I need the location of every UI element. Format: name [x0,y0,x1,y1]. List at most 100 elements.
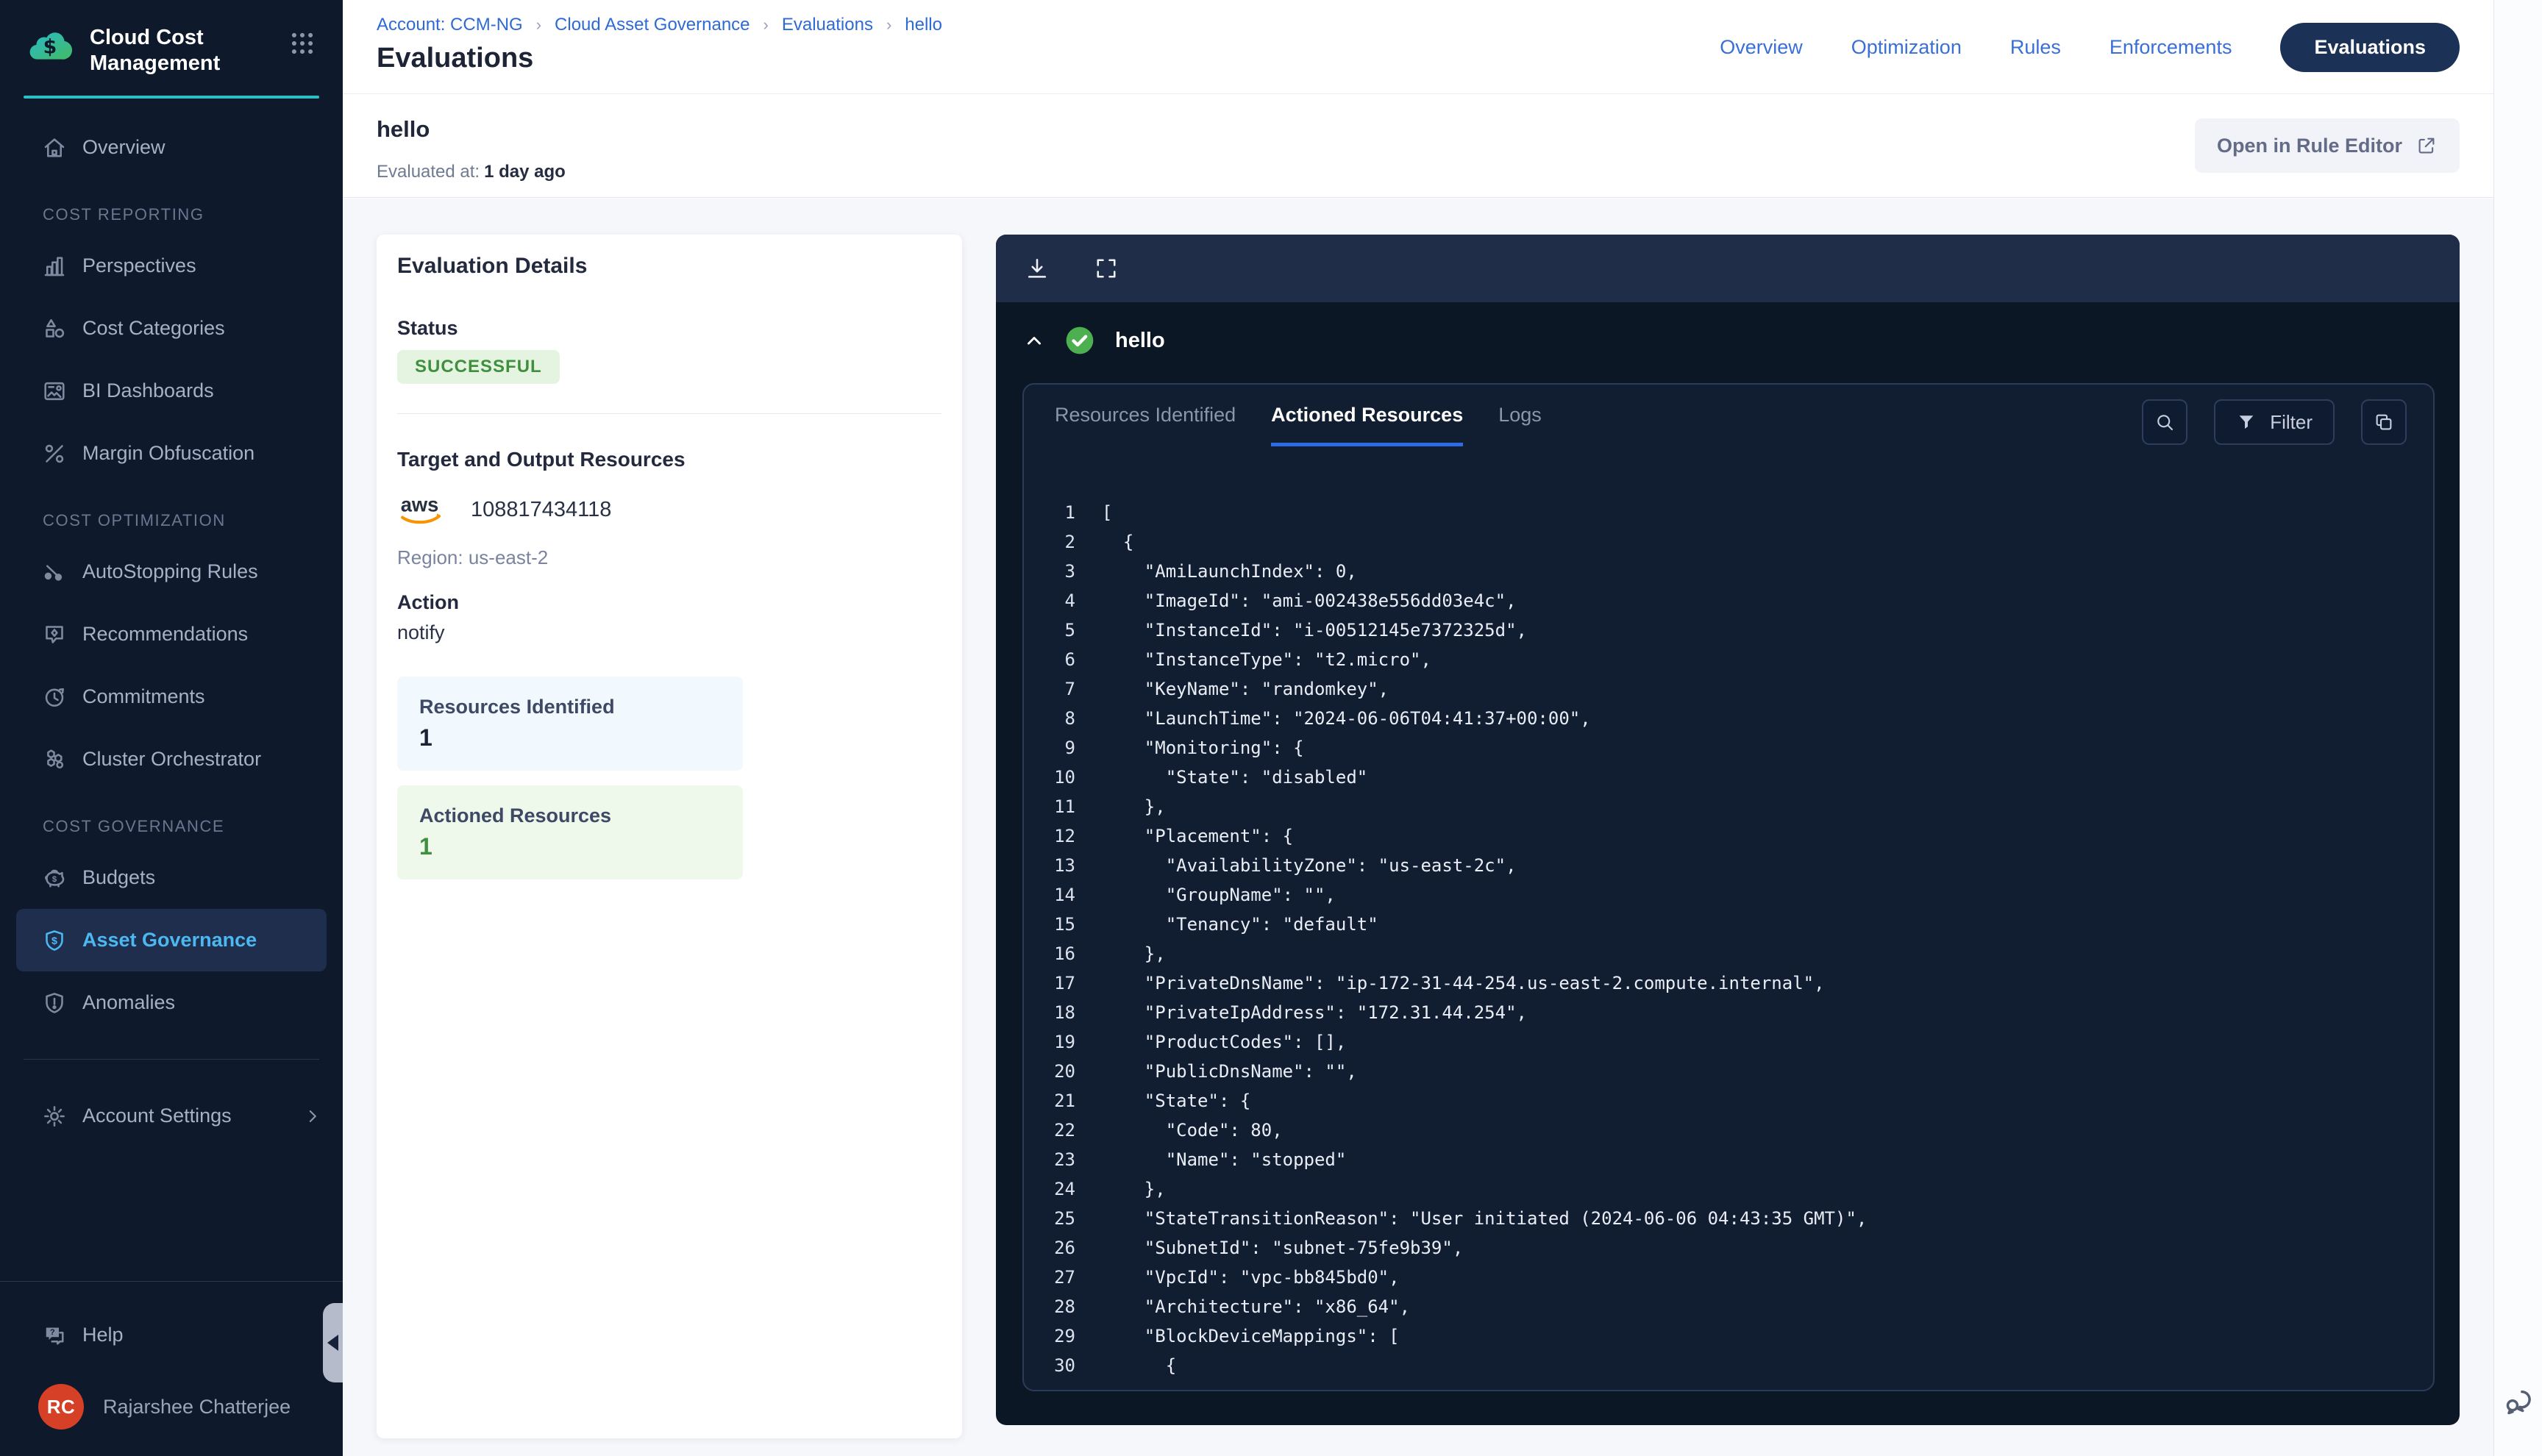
line-number: 10 [1024,763,1102,792]
sidebar-item-label: Account Settings [82,1105,232,1127]
breadcrumb: Account: CCM-NG›Cloud Asset Governance›E… [377,15,942,35]
line-number: 12 [1024,821,1102,851]
sidebar-item-asset-governance[interactable]: $ Asset Governance [16,909,327,971]
tab-resources-identified[interactable]: Resources Identified [1055,404,1236,446]
line-number: 22 [1024,1116,1102,1145]
breadcrumb-link[interactable]: Cloud Asset Governance [555,15,750,35]
breadcrumb-link[interactable]: Account: CCM-NG [377,15,523,35]
viewer-toolbar [996,235,2460,302]
code-line: 28 "Architecture": "x86_64", [1024,1292,2433,1321]
sidebar-item-label: Commitments [82,685,205,708]
tab-actioned-resources[interactable]: Actioned Resources [1271,404,1463,446]
action-label: Action [397,591,941,614]
code-line: 11 }, [1024,792,2433,821]
sidebar-collapse-handle[interactable] [323,1303,343,1382]
line-number: 19 [1024,1027,1102,1057]
sidebar-item-label: Cluster Orchestrator [82,748,261,771]
shield-alert-icon [41,990,68,1016]
sidebar-item-cost-categories[interactable]: Cost Categories [0,297,343,360]
breadcrumb-link[interactable]: Evaluations [782,15,873,35]
sidebar-section-label: COST OPTIMIZATION [0,485,343,540]
fullscreen-icon[interactable] [1093,255,1119,282]
code-line: 29 "BlockDeviceMappings": [ [1024,1321,2433,1351]
sidebar-item-anomalies[interactable]: Anomalies [0,971,343,1034]
code-line: 26 "SubnetId": "subnet-75fe9b39", [1024,1233,2433,1263]
app-title: Cloud Cost Management [90,25,252,76]
code-text: "AmiLaunchIndex": 0, [1102,557,1357,586]
resources-viewer-panel: hello Resources IdentifiedActioned Resou… [996,235,2460,1425]
main-area: Account: CCM-NG›Cloud Asset Governance›E… [343,0,2493,1456]
code-line: 2 { [1024,527,2433,557]
top-nav-rules[interactable]: Rules [2010,36,2061,59]
sidebar-item-label: Overview [82,136,165,159]
chevron-right-icon [302,1105,324,1127]
line-number: 11 [1024,792,1102,821]
code-line: 15 "Tenancy": "default" [1024,910,2433,939]
line-number: 21 [1024,1086,1102,1116]
sidebar-item-cluster-orchestrator[interactable]: Cluster Orchestrator [0,728,343,791]
sidebar-section-label: COST REPORTING [0,179,343,235]
support-chat-icon[interactable] [2502,1385,2535,1419]
sidebar-item-label: AutoStopping Rules [82,560,258,583]
line-number: 13 [1024,851,1102,880]
code-line: 16 }, [1024,939,2433,968]
code-line: 19 "ProductCodes": [], [1024,1027,2433,1057]
chevron-up-icon[interactable] [1024,330,1044,351]
success-check-icon [1064,324,1096,357]
line-number: 16 [1024,939,1102,968]
line-number: 14 [1024,880,1102,910]
line-number: 4 [1024,586,1102,615]
line-number: 1 [1024,498,1102,527]
evaluated-at-value: 1 day ago [484,162,566,182]
app-switcher-grid-icon[interactable] [288,29,316,57]
sidebar-item-label: Perspectives [82,254,196,277]
copy-button[interactable] [2361,399,2407,445]
top-nav-optimization[interactable]: Optimization [1851,36,1962,59]
cloud-cost-logo-icon: $ [26,25,75,65]
line-number: 17 [1024,968,1102,998]
sidebar-item-autostopping-rules[interactable]: AutoStopping Rules [0,540,343,603]
breadcrumb-separator: › [763,15,769,35]
help-label: Help [82,1324,124,1346]
sidebar-item-help[interactable]: ? Help [0,1304,343,1366]
sidebar-item-budgets[interactable]: $Budgets [0,846,343,909]
top-nav-evaluations[interactable]: Evaluations [2280,23,2460,72]
sidebar-item-recommendations[interactable]: Recommendations [0,603,343,665]
line-number: 27 [1024,1263,1102,1292]
open-in-rule-editor-button[interactable]: Open in Rule Editor [2195,118,2460,173]
aws-logo-icon: aws [397,492,453,527]
code-text: { [1102,1351,1176,1380]
download-icon[interactable] [1024,255,1050,282]
search-button[interactable] [2142,399,2187,445]
code-line: 8 "LaunchTime": "2024-06-06T04:41:37+00:… [1024,704,2433,733]
top-nav-overview[interactable]: Overview [1720,36,1803,59]
sidebar-item-margin-obfuscation[interactable]: Margin Obfuscation [0,422,343,485]
sidebar-divider [24,1059,319,1060]
code-line: 1[ [1024,498,2433,527]
code-line: 21 "State": { [1024,1086,2433,1116]
code-area[interactable]: 1[2 {3 "AmiLaunchIndex": 0,4 "ImageId": … [1024,446,2433,1390]
user-profile[interactable]: RC Rajarshee Chatterjee [0,1384,343,1430]
filter-button[interactable]: Filter [2214,399,2335,445]
code-text: "BlockDeviceMappings": [ [1102,1321,1400,1351]
status-label: Status [397,317,941,340]
shield-dollar-icon: $ [41,927,68,954]
code-text: "SubnetId": "subnet-75fe9b39", [1102,1233,1463,1263]
top-nav: Overview Optimization Rules Enforcements Eva… [1720,0,2460,94]
top-nav-enforcements[interactable]: Enforcements [2110,36,2232,59]
line-number: 28 [1024,1292,1102,1321]
sidebar-item-perspectives[interactable]: Perspectives [0,235,343,297]
sidebar-item-account-settings[interactable]: Account Settings [0,1085,343,1147]
breadcrumb-link[interactable]: hello [905,15,942,35]
sidebar-item-label: Asset Governance [82,929,257,952]
avatar[interactable]: RC [38,1384,84,1430]
sidebar-item-overview[interactable]: Overview [0,116,343,179]
sidebar-item-commitments[interactable]: Commitments [0,665,343,728]
app-logo-row: $ Cloud Cost Management [0,0,343,76]
resources-identified-stat: Resources Identified 1 [397,677,743,771]
sidebar-item-bi-dashboards[interactable]: BI Dashboards [0,360,343,422]
tab-logs[interactable]: Logs [1498,404,1542,446]
right-utility-strip [2493,0,2542,1456]
code-text: "Code": 80, [1102,1116,1283,1145]
code-line: 17 "PrivateDnsName": "ip-172-31-44-254.u… [1024,968,2433,998]
